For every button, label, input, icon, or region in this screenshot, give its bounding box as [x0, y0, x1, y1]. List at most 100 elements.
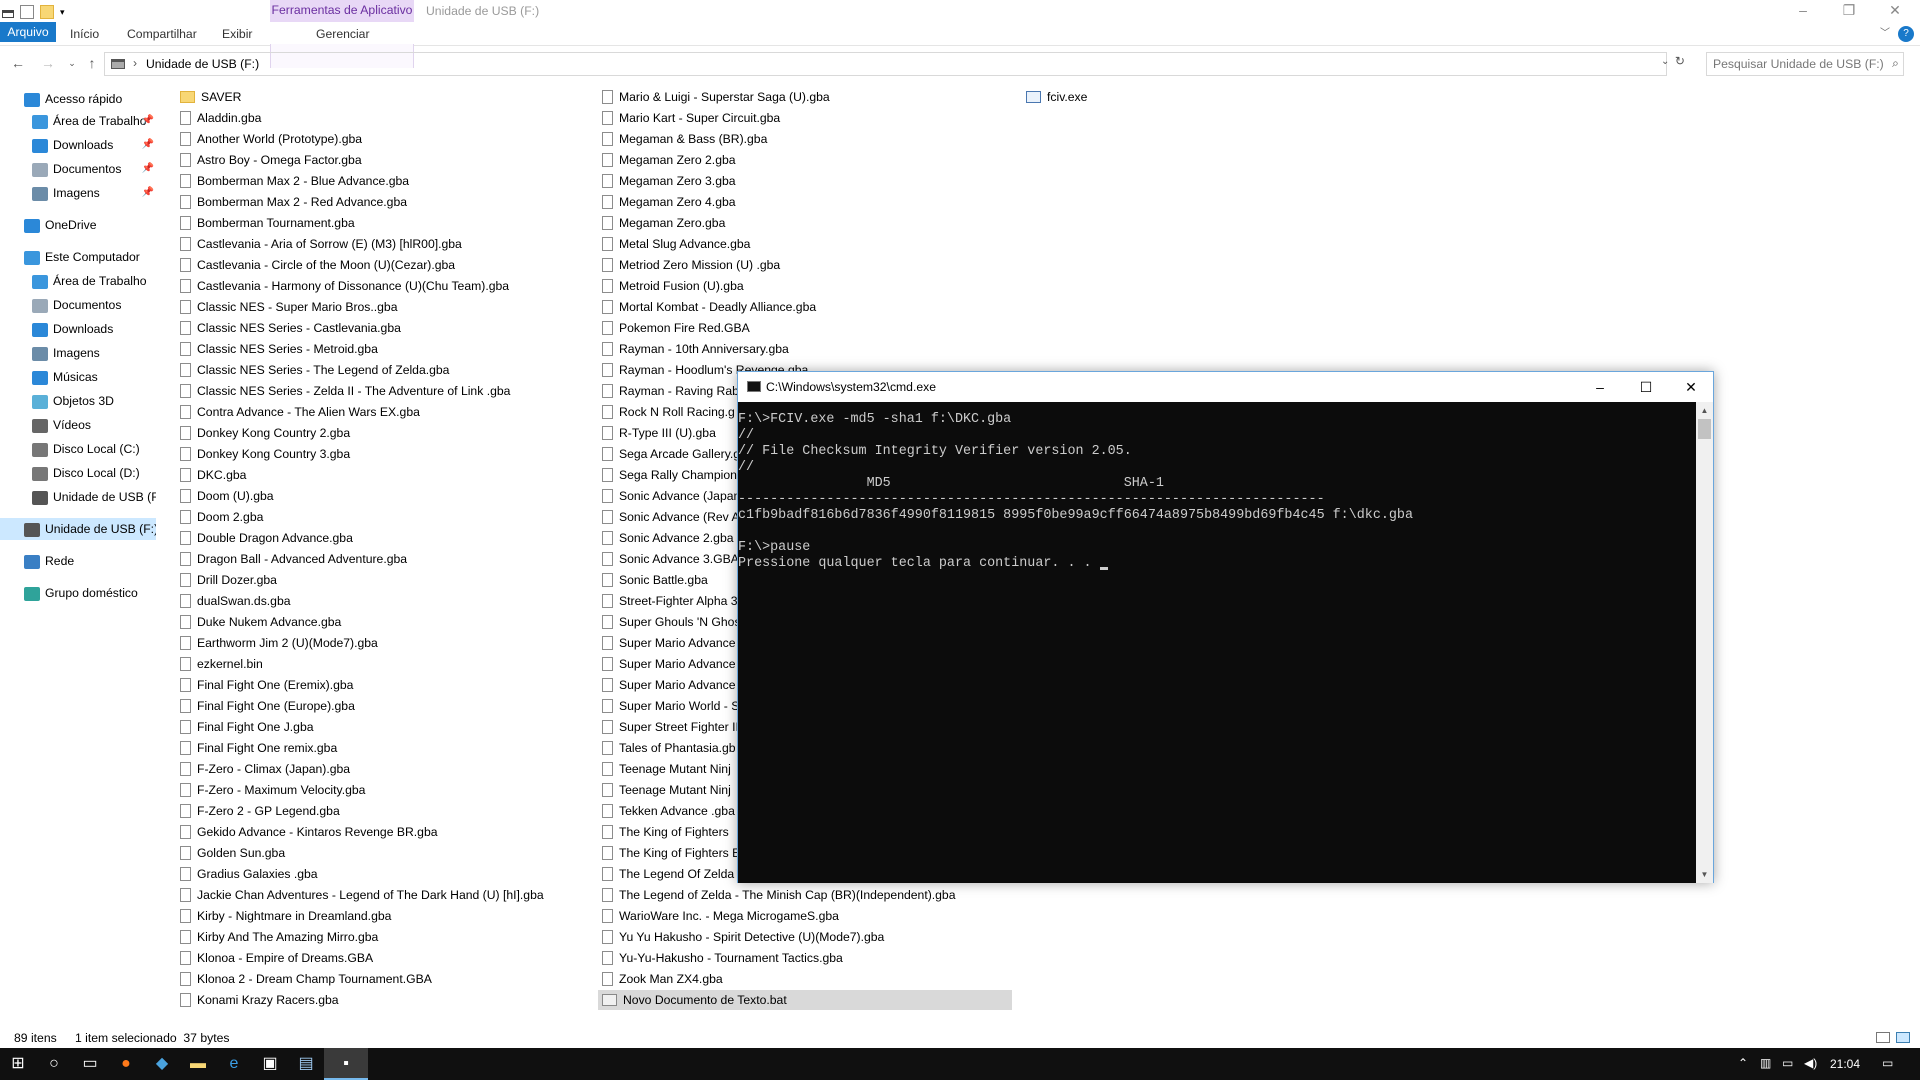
nav-item[interactable]: Vídeos [0, 414, 156, 436]
file-item[interactable]: F-Zero - Maximum Velocity.gba [180, 780, 600, 800]
tab-inicio[interactable]: Início [70, 22, 99, 46]
nav-item[interactable]: Músicas [0, 366, 156, 388]
ribbon-expand-icon[interactable]: ﹀ [1880, 22, 1890, 46]
file-item[interactable]: Duke Nukem Advance.gba [180, 612, 600, 632]
file-item[interactable]: Mario Kart - Super Circuit.gba [602, 108, 1022, 128]
file-item[interactable]: Bomberman Max 2 - Blue Advance.gba [180, 171, 600, 191]
scroll-up-icon[interactable]: ▲ [1696, 402, 1713, 419]
cmd-window[interactable]: C:\Windows\system32\cmd.exe – ☐ ✕ F:\>FC… [737, 371, 1714, 883]
file-item[interactable]: Drill Dozer.gba [180, 570, 600, 590]
tab-compartilhar[interactable]: Compartilhar [127, 22, 197, 46]
file-item[interactable]: Jackie Chan Adventures - Legend of The D… [180, 885, 600, 905]
nav-item[interactable]: Unidade de USB (F:) [0, 486, 156, 508]
file-item[interactable]: Kirby And The Amazing Mirro.gba [180, 927, 600, 947]
file-item[interactable]: DKC.gba [180, 465, 600, 485]
help-icon[interactable]: ? [1898, 26, 1914, 42]
nav-item[interactable]: Acesso rápido [0, 88, 156, 110]
details-view-icon[interactable] [1876, 1032, 1890, 1043]
file-item[interactable]: Final Fight One (Eremix).gba [180, 675, 600, 695]
tab-exibir[interactable]: Exibir [222, 22, 252, 46]
nav-item[interactable]: Imagens [0, 342, 156, 364]
large-icons-view-icon[interactable] [1896, 1032, 1910, 1043]
nav-item[interactable]: Área de Trabalho [0, 270, 156, 292]
scroll-thumb[interactable] [1698, 419, 1711, 439]
address-bar[interactable]: › Unidade de USB (F:) ⌄ [104, 52, 1669, 76]
file-item[interactable]: Classic NES Series - The Legend of Zelda… [180, 360, 600, 380]
file-item[interactable]: Dragon Ball - Advanced Adventure.gba [180, 549, 600, 569]
pin-icon[interactable]: 📌 [142, 110, 154, 132]
new-folder-icon[interactable] [40, 5, 54, 19]
network-icon[interactable]: ▭ [1782, 1056, 1793, 1070]
file-item[interactable]: Castlevania - Aria of Sorrow (E) (M3) [h… [180, 234, 600, 254]
file-item[interactable]: Megaman Zero 4.gba [602, 192, 1022, 212]
file-item[interactable]: Final Fight One (Europe).gba [180, 696, 600, 716]
file-item[interactable]: Kirby - Nightmare in Dreamland.gba [180, 906, 600, 926]
file-item[interactable]: Doom (U).gba [180, 486, 600, 506]
file-item[interactable]: Gekido Advance - Kintaros Revenge BR.gba [180, 822, 600, 842]
nav-item[interactable]: Disco Local (C:) [0, 438, 156, 460]
file-item[interactable]: Donkey Kong Country 2.gba [180, 423, 600, 443]
file-item[interactable]: Yu Yu Hakusho - Spirit Detective (U)(Mod… [602, 927, 1022, 947]
file-item[interactable]: Castlevania - Harmony of Dissonance (U)(… [180, 276, 600, 296]
nav-item[interactable]: Este Computador [0, 246, 156, 268]
file-item[interactable]: Gradius Galaxies .gba [180, 864, 600, 884]
printer-icon[interactable]: ▥ [1760, 1056, 1771, 1070]
search-circle-icon[interactable]: ○ [36, 1048, 72, 1080]
recent-locations-icon[interactable]: ⌄ [62, 54, 82, 74]
file-item[interactable]: Klonoa 2 - Dream Champ Tournament.GBA [180, 969, 600, 989]
tab-gerenciar[interactable]: Gerenciar [316, 22, 370, 46]
task-view-icon[interactable]: ▭ [72, 1048, 108, 1080]
file-item[interactable]: F-Zero - Climax (Japan).gba [180, 759, 600, 779]
tab-arquivo[interactable]: Arquivo [0, 22, 56, 42]
nav-item[interactable]: Grupo doméstico [0, 582, 156, 604]
file-item[interactable]: dualSwan.ds.gba [180, 591, 600, 611]
nav-item[interactable]: Documentos [0, 294, 156, 316]
file-item[interactable]: Another World (Prototype).gba [180, 129, 600, 149]
app-icon[interactable]: ◆ [144, 1048, 180, 1080]
file-item[interactable]: Golden Sun.gba [180, 843, 600, 863]
file-item[interactable]: Doom 2.gba [180, 507, 600, 527]
cmd-taskbar-icon[interactable]: ▪ [324, 1048, 368, 1080]
notepad-icon[interactable]: ▤ [288, 1048, 324, 1080]
file-item[interactable]: Bomberman Max 2 - Red Advance.gba [180, 192, 600, 212]
minimize-icon[interactable]: – [1780, 0, 1826, 22]
cmd-maximize-icon[interactable]: ☐ [1623, 372, 1669, 402]
edge-icon[interactable]: e [216, 1048, 252, 1080]
up-icon[interactable]: ↑ [82, 54, 102, 74]
firefox-icon[interactable]: ● [108, 1048, 144, 1080]
file-item[interactable]: Bomberman Tournament.gba [180, 213, 600, 233]
file-item[interactable]: Aladdin.gba [180, 108, 600, 128]
refresh-icon[interactable]: ↻ [1670, 54, 1690, 74]
cmd-titlebar[interactable]: C:\Windows\system32\cmd.exe – ☐ ✕ [738, 372, 1713, 402]
file-item[interactable]: Castlevania - Circle of the Moon (U)(Cez… [180, 255, 600, 275]
file-item[interactable]: ezkernel.bin [180, 654, 600, 674]
cmd-scrollbar[interactable]: ▲ ▼ [1696, 402, 1713, 883]
nav-item[interactable]: Imagens 📌 [0, 182, 156, 204]
show-hidden-icons-icon[interactable]: ⌃ [1738, 1056, 1748, 1070]
file-item[interactable]: Double Dragon Advance.gba [180, 528, 600, 548]
pin-icon[interactable]: 📌 [142, 134, 154, 156]
file-item[interactable]: Classic NES Series - Zelda II - The Adve… [180, 381, 600, 401]
file-item[interactable]: Earthworm Jim 2 (U)(Mode7).gba [180, 633, 600, 653]
file-item[interactable]: Megaman Zero.gba [602, 213, 1022, 233]
cmd-close-icon[interactable]: ✕ [1668, 372, 1714, 402]
file-item[interactable]: F-Zero 2 - GP Legend.gba [180, 801, 600, 821]
nav-item[interactable]: Disco Local (D:) [0, 462, 156, 484]
file-item[interactable]: Konami Krazy Racers.gba [180, 990, 600, 1010]
clock[interactable]: 21:04 [1830, 1057, 1860, 1071]
file-item[interactable]: Megaman Zero 2.gba [602, 150, 1022, 170]
file-item[interactable]: Pokemon Fire Red.GBA [602, 318, 1022, 338]
file-item[interactable]: Mortal Kombat - Deadly Alliance.gba [602, 297, 1022, 317]
nav-item[interactable]: Downloads [0, 318, 156, 340]
search-input[interactable]: Pesquisar Unidade de USB (F:) ⌕ [1706, 52, 1904, 76]
file-item[interactable]: Final Fight One remix.gba [180, 738, 600, 758]
file-item[interactable]: Contra Advance - The Alien Wars EX.gba [180, 402, 600, 422]
file-item[interactable]: Klonoa - Empire of Dreams.GBA [180, 948, 600, 968]
breadcrumb[interactable]: Unidade de USB (F:) [146, 57, 259, 71]
pin-icon[interactable]: 📌 [142, 158, 154, 180]
forward-icon[interactable]: → [38, 54, 58, 74]
address-dropdown-icon[interactable]: ⌄ [1661, 56, 1669, 67]
file-item[interactable]: Donkey Kong Country 3.gba [180, 444, 600, 464]
drive-icon[interactable] [2, 10, 14, 18]
file-item[interactable]: Metroid Fusion (U).gba [602, 276, 1022, 296]
